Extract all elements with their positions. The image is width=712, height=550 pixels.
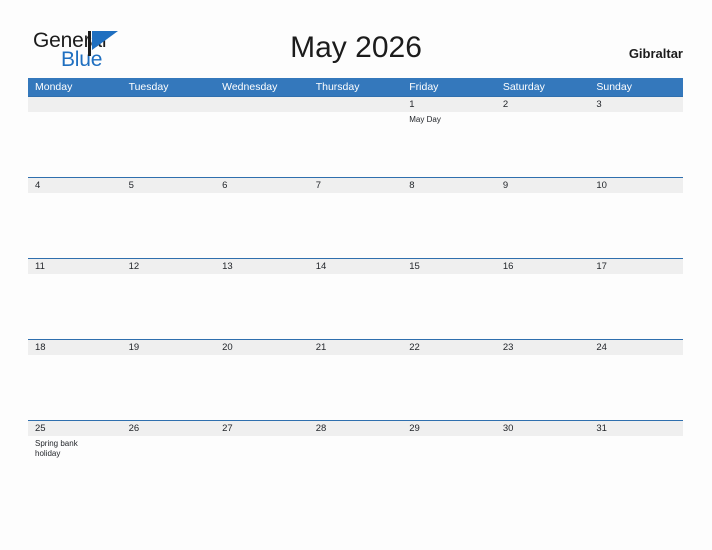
weekday-tuesday: Tuesday bbox=[128, 81, 169, 93]
day-cell[interactable]: 9 bbox=[496, 178, 590, 258]
day-number: 22 bbox=[409, 342, 420, 353]
day-number: 5 bbox=[128, 180, 134, 191]
day-cell[interactable]: 24 bbox=[589, 340, 683, 420]
week-row: 25 Spring bank holiday 26 27 28 29 30 31 bbox=[28, 420, 683, 501]
day-cell[interactable]: 8 bbox=[402, 178, 496, 258]
day-number: 12 bbox=[128, 261, 140, 272]
day-cell[interactable]: 12 bbox=[122, 259, 216, 339]
day-cell[interactable]: 7 bbox=[309, 178, 403, 258]
day-cell[interactable]: 22 bbox=[402, 340, 496, 420]
day-number: 8 bbox=[409, 180, 415, 191]
day-number bbox=[222, 97, 309, 112]
day-number: 23 bbox=[502, 342, 514, 353]
day-event: Spring bank holiday bbox=[35, 439, 78, 458]
day-number: 25 bbox=[35, 423, 46, 434]
day-cell[interactable]: 27 bbox=[215, 421, 309, 501]
weekday-wednesday: Wednesday bbox=[222, 81, 278, 93]
day-number: 28 bbox=[315, 423, 327, 434]
day-number: 30 bbox=[502, 423, 514, 434]
day-number: 29 bbox=[409, 423, 420, 434]
day-number: 10 bbox=[596, 180, 607, 191]
day-cell[interactable]: 3 bbox=[589, 97, 683, 177]
day-cell[interactable]: 4 bbox=[28, 178, 122, 258]
day-cell[interactable]: 6 bbox=[215, 178, 309, 258]
day-cell[interactable]: 23 bbox=[496, 340, 590, 420]
week-row: 1 May Day 2 3 bbox=[28, 96, 683, 177]
weekday-thursday: Thursday bbox=[315, 81, 360, 93]
day-cell[interactable]: 10 bbox=[589, 178, 683, 258]
day-cell[interactable]: 19 bbox=[122, 340, 216, 420]
week-row: 18 19 20 21 22 23 24 bbox=[28, 339, 683, 420]
location-label: Gibraltar bbox=[628, 46, 683, 61]
day-cell[interactable]: 14 bbox=[309, 259, 403, 339]
day-number: 21 bbox=[315, 342, 327, 353]
day-number: 26 bbox=[128, 423, 140, 434]
day-number: 20 bbox=[222, 342, 233, 353]
day-number bbox=[316, 97, 403, 112]
day-cell[interactable] bbox=[215, 97, 309, 177]
weekday-saturday: Saturday bbox=[502, 81, 545, 93]
day-number bbox=[35, 97, 122, 112]
page-title: May 2026 bbox=[290, 31, 422, 64]
day-number bbox=[129, 97, 216, 112]
day-cell[interactable]: 26 bbox=[122, 421, 216, 501]
day-number: 31 bbox=[596, 423, 607, 434]
day-cell[interactable]: 1 May Day bbox=[402, 97, 496, 177]
day-cell[interactable]: 28 bbox=[309, 421, 403, 501]
day-cell[interactable]: 13 bbox=[215, 259, 309, 339]
day-number: 4 bbox=[35, 180, 41, 191]
week-row: 11 12 13 14 15 16 17 bbox=[28, 258, 683, 339]
day-number: 11 bbox=[35, 261, 45, 272]
week-row: 4 5 6 7 8 9 10 bbox=[28, 177, 683, 258]
weekday-monday: Monday bbox=[35, 81, 73, 93]
day-number: 13 bbox=[222, 261, 233, 272]
calendar-grid: Monday Tuesday Wednesday Thursday Friday… bbox=[28, 78, 683, 501]
day-number: 2 bbox=[502, 99, 509, 110]
weekday-header-row: Monday Tuesday Wednesday Thursday Friday… bbox=[28, 78, 683, 96]
day-number: 14 bbox=[315, 261, 327, 272]
page-header: General Blue May 2026 Gibraltar bbox=[0, 0, 712, 78]
day-number: 3 bbox=[596, 99, 602, 110]
day-cell[interactable]: 18 bbox=[28, 340, 122, 420]
day-number: 16 bbox=[502, 261, 514, 272]
day-cell[interactable] bbox=[28, 97, 122, 177]
day-number: 15 bbox=[409, 261, 420, 272]
day-cell[interactable]: 31 bbox=[589, 421, 683, 501]
day-number: 7 bbox=[315, 180, 321, 191]
day-number: 24 bbox=[596, 342, 607, 353]
day-cell[interactable]: 30 bbox=[496, 421, 590, 501]
day-cell[interactable]: 16 bbox=[496, 259, 590, 339]
weekday-friday: Friday bbox=[409, 81, 439, 93]
day-number: 27 bbox=[222, 423, 233, 434]
day-number: 19 bbox=[128, 342, 140, 353]
day-cell[interactable]: 5 bbox=[122, 178, 216, 258]
weekday-sunday: Sunday bbox=[596, 81, 632, 93]
day-cell[interactable]: 20 bbox=[215, 340, 309, 420]
day-cell[interactable]: 2 bbox=[496, 97, 590, 177]
day-cell[interactable]: 21 bbox=[309, 340, 403, 420]
day-number: 1 bbox=[409, 99, 415, 110]
day-cell[interactable]: 15 bbox=[402, 259, 496, 339]
day-cell[interactable]: 29 bbox=[402, 421, 496, 501]
day-number: 9 bbox=[502, 180, 509, 191]
day-cell[interactable]: 25 Spring bank holiday bbox=[28, 421, 122, 501]
day-cell[interactable]: 17 bbox=[589, 259, 683, 339]
day-cell[interactable] bbox=[122, 97, 216, 177]
day-number: 17 bbox=[596, 261, 607, 272]
day-cell[interactable]: 11 bbox=[28, 259, 122, 339]
day-cell[interactable] bbox=[309, 97, 403, 177]
day-number: 6 bbox=[222, 180, 228, 191]
day-number: 18 bbox=[35, 342, 46, 353]
day-event: May Day bbox=[409, 115, 441, 124]
